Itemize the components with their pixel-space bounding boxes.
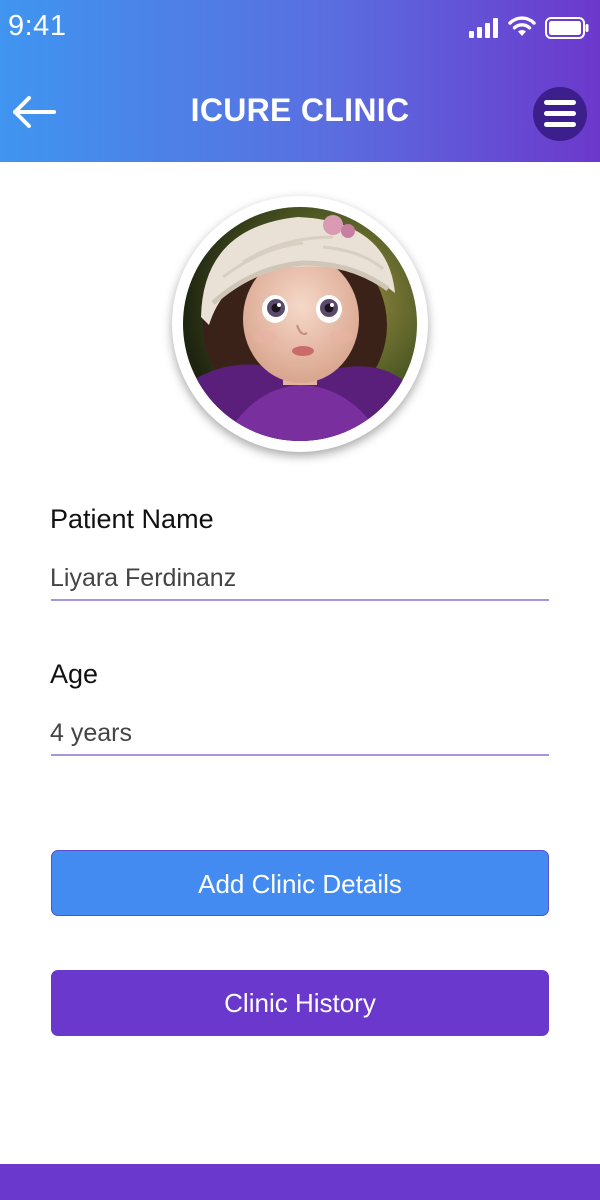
add-clinic-details-button[interactable]: Add Clinic Details: [51, 850, 549, 916]
menu-button[interactable]: [533, 87, 587, 141]
patient-avatar: [183, 207, 417, 441]
clinic-history-button[interactable]: Clinic History: [51, 970, 549, 1036]
status-bar: 9:41: [0, 0, 600, 56]
patient-avatar-frame: [172, 196, 428, 452]
battery-icon: [545, 17, 589, 39]
wifi-icon: [508, 16, 536, 36]
app-header: 9:41 ICURE CLINIC: [0, 0, 600, 162]
patient-name-underline: [51, 599, 549, 601]
patient-photo: [183, 207, 417, 441]
cellular-signal-icon: [469, 18, 498, 38]
patient-name-label: Patient Name: [50, 504, 214, 534]
hamburger-menu-icon: [544, 122, 576, 127]
age-label: Age: [50, 659, 99, 689]
nav-bar: ICURE CLINIC: [0, 62, 600, 162]
patient-name-field[interactable]: Liyara Ferdinanz: [50, 564, 236, 593]
bottom-bar: [0, 1164, 600, 1200]
page-title: ICURE CLINIC: [190, 92, 410, 128]
hamburger-menu-icon: [544, 100, 576, 105]
status-time: 9:41: [8, 10, 67, 42]
age-field[interactable]: 4 years: [50, 719, 132, 748]
hamburger-menu-icon: [544, 111, 576, 116]
age-underline: [51, 754, 549, 756]
